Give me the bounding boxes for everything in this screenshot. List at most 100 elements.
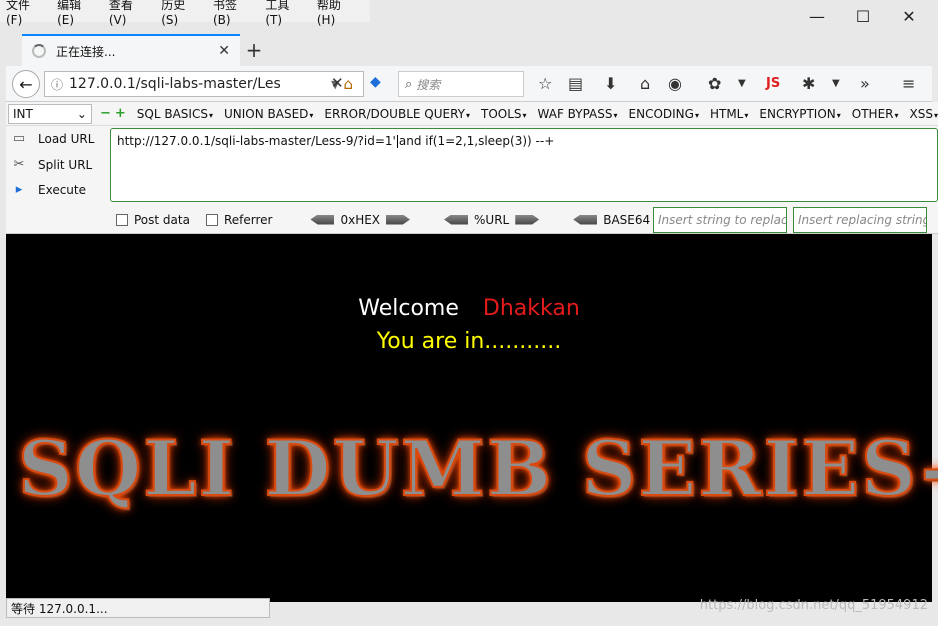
- hex-encode-arrow-icon[interactable]: [386, 214, 411, 225]
- replace-with-placeholder: Insert replacing string: [798, 213, 927, 227]
- menu-tools-hackbar[interactable]: TOOLS: [481, 107, 527, 121]
- addon-globe-icon[interactable]: ◉: [668, 74, 682, 93]
- bookmark-star-icon[interactable]: ☆: [538, 74, 552, 93]
- post-data-label: Post data: [134, 212, 190, 227]
- reading-list-icon[interactable]: ▤: [568, 74, 583, 93]
- download-icon[interactable]: ⬇: [604, 74, 617, 93]
- maximize-icon[interactable]: ☐: [848, 4, 878, 28]
- type-select-value: INT: [13, 106, 33, 121]
- menu-encoding[interactable]: ENCODING: [629, 107, 699, 121]
- tab-title: 正在连接...: [56, 44, 116, 59]
- replace-with-input[interactable]: Insert replacing string: [793, 207, 927, 233]
- welcome-text: Welcome: [358, 296, 459, 321]
- status-text: 等待 127.0.0.1...: [11, 601, 108, 616]
- menu-tools[interactable]: 工具(T): [265, 0, 305, 27]
- menu-history[interactable]: 历史(S): [161, 0, 201, 27]
- menu-bar: 文件(F) 编辑(E) 查看(V) 历史(S) 书签(B) 工具(T) 帮助(H…: [0, 0, 370, 27]
- base64-decode-arrow-icon[interactable]: [573, 214, 598, 225]
- new-tab-icon[interactable]: +: [242, 38, 266, 62]
- menu-encryption[interactable]: ENCRYPTION: [759, 107, 840, 121]
- referrer-box[interactable]: [205, 213, 218, 226]
- url-encode-arrow-icon[interactable]: [515, 214, 540, 225]
- execute-label: Execute: [38, 182, 86, 197]
- menu-bookmarks[interactable]: 书签(B): [213, 0, 253, 27]
- home-icon[interactable]: ⌂: [343, 75, 353, 93]
- search-input[interactable]: ⌕ 搜索: [398, 71, 524, 97]
- sqli-banner: SQLI DUMB SERIES-: [17, 423, 938, 514]
- home-button-icon[interactable]: ⌂: [640, 74, 650, 93]
- menu-error-double-query[interactable]: ERROR/DOUBLE QUERY: [324, 107, 470, 121]
- hamburger-menu-icon[interactable]: ≡: [902, 74, 915, 93]
- split-url-label: Split URL: [38, 157, 93, 172]
- execute-button[interactable]: ▸ Execute: [10, 182, 86, 197]
- post-data-checkbox[interactable]: Post data: [116, 213, 190, 227]
- hackbar-options-row: Post data Referrer 0xHEX %URL BASE64 Ins…: [6, 206, 938, 234]
- plus-icon[interactable]: +: [115, 106, 126, 121]
- replace-search-input[interactable]: Insert string to replace: [653, 207, 787, 233]
- url-encoder: %URL: [438, 213, 545, 227]
- hex-decode-arrow-icon[interactable]: [310, 214, 335, 225]
- stop-icon[interactable]: ✕: [331, 74, 344, 92]
- address-url[interactable]: 127.0.0.1/sqli-labs-master/Les: [69, 76, 327, 92]
- post-data-box[interactable]: [116, 213, 128, 226]
- menu-xss[interactable]: XSS: [910, 107, 938, 121]
- palette-icon[interactable]: ✿: [708, 74, 721, 93]
- split-url-button[interactable]: ✂ Split URL: [10, 157, 93, 172]
- url-text-before-caret: http://127.0.0.1/sqli-labs-master/Less-9…: [117, 134, 396, 148]
- url-text-after-caret: and if(1=2,1,sleep(3)) --+: [398, 134, 555, 148]
- minus-icon[interactable]: −: [100, 106, 111, 121]
- referrer-checkbox[interactable]: Referrer: [205, 212, 273, 227]
- bug-icon[interactable]: ✱: [802, 74, 815, 93]
- palette-dropdown-icon[interactable]: ▼: [738, 78, 746, 89]
- menu-view[interactable]: 查看(V): [109, 0, 149, 27]
- menu-html[interactable]: HTML: [710, 107, 748, 121]
- watermark: https://blog.csdn.net/qq_51954912: [699, 598, 928, 613]
- hackbar-main: ▭ Load URL ✂ Split URL ▸ Execute http://…: [6, 126, 938, 206]
- minimize-icon[interactable]: —: [802, 4, 832, 28]
- type-select[interactable]: INT ⌄: [8, 103, 92, 124]
- url-enc-label: %URL: [474, 212, 510, 227]
- user-name: Dhakkan: [482, 296, 580, 321]
- hex-label: 0xHEX: [340, 212, 381, 227]
- you-are-in-text: You are in...........: [376, 329, 562, 354]
- close-tab-icon[interactable]: ✕: [218, 43, 230, 59]
- search-icon: ⌕: [405, 76, 413, 92]
- page-content: Welcome Dhakkan You are in........... SQL…: [6, 234, 938, 602]
- welcome-line: Welcome Dhakkan: [6, 296, 932, 321]
- play-icon: ▸: [15, 182, 23, 197]
- hackbar-menu-row: INT ⌄ − + SQL BASICS UNION BASED ERROR/D…: [6, 102, 938, 126]
- tab-strip: 正在连接... ✕ +: [6, 32, 932, 66]
- menu-edit[interactable]: 编辑(E): [57, 0, 97, 27]
- replace-search-placeholder: Insert string to replace: [658, 213, 787, 227]
- split-url-icon: ✂: [13, 157, 25, 172]
- load-url-label: Load URL: [38, 131, 95, 146]
- overflow-icon[interactable]: »: [860, 74, 870, 93]
- address-bar[interactable]: ⓘ 127.0.0.1/sqli-labs-master/Les ▼ ⌂: [44, 71, 364, 97]
- info-icon[interactable]: ⓘ: [45, 76, 69, 93]
- menu-help[interactable]: 帮助(H): [317, 0, 358, 27]
- menu-other[interactable]: OTHER: [852, 107, 899, 121]
- js-icon[interactable]: JS: [766, 76, 780, 91]
- tab-active[interactable]: 正在连接... ✕: [22, 34, 240, 66]
- url-decode-arrow-icon[interactable]: [444, 214, 469, 225]
- base64-label: BASE64: [603, 212, 651, 227]
- bug-dropdown-icon[interactable]: ▼: [832, 78, 840, 89]
- extension-bird-icon[interactable]: ◆: [370, 74, 381, 90]
- nav-bar: ← ⓘ 127.0.0.1/sqli-labs-master/Les ▼ ⌂ ✕…: [6, 66, 932, 102]
- menu-waf-bypass[interactable]: WAF BYPASS: [538, 107, 618, 121]
- title-bar: — ☐ ✕: [370, 0, 938, 32]
- hackbar-url-input[interactable]: http://127.0.0.1/sqli-labs-master/Less-9…: [110, 128, 938, 202]
- load-url-button[interactable]: ▭ Load URL: [10, 131, 95, 146]
- menu-union-based[interactable]: UNION BASED: [224, 107, 313, 121]
- status-bar: 等待 127.0.0.1...: [6, 598, 270, 618]
- menu-sql-basics[interactable]: SQL BASICS: [137, 107, 213, 121]
- referrer-label: Referrer: [223, 212, 273, 227]
- load-url-icon: ▭: [12, 131, 26, 146]
- text-caret: [396, 135, 398, 148]
- menu-file[interactable]: 文件(F): [6, 0, 45, 27]
- close-window-icon[interactable]: ✕: [894, 4, 924, 28]
- back-icon[interactable]: ←: [12, 70, 40, 98]
- loading-icon: [32, 44, 46, 58]
- hex-encoder: 0xHEX: [304, 213, 416, 227]
- search-placeholder: 搜索: [416, 77, 441, 92]
